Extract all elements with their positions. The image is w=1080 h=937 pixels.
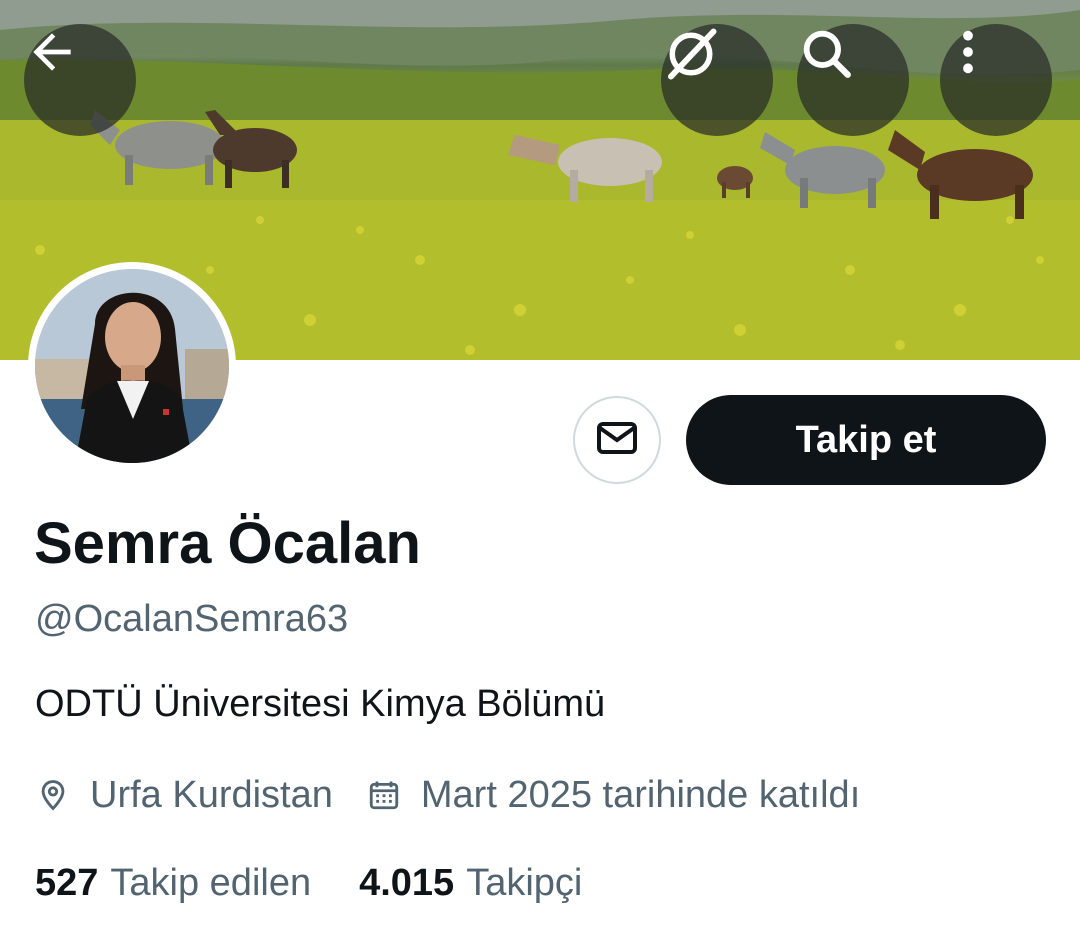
- grok-button[interactable]: [661, 24, 773, 136]
- profile-meta: Urfa Kurdistan Mart 2025 tarihinde katıl…: [36, 770, 860, 820]
- profile-name: Semra Öcalan: [34, 511, 421, 576]
- back-button[interactable]: [24, 24, 136, 136]
- profile-bio: ODTÜ Üniversitesi Kimya Bölümü: [35, 683, 606, 725]
- avatar[interactable]: [28, 262, 236, 470]
- calendar-icon: [367, 778, 401, 812]
- search-button[interactable]: [797, 24, 909, 136]
- message-button[interactable]: [573, 396, 661, 484]
- more-options-button[interactable]: [940, 24, 1052, 136]
- location-item: Urfa Kurdistan: [36, 774, 333, 817]
- followers-count: 4.015: [359, 861, 455, 904]
- following-link[interactable]: 527 Takip edilen: [35, 862, 311, 905]
- following-count: 527: [35, 861, 99, 904]
- follow-button[interactable]: Takip et: [686, 395, 1046, 485]
- joined-item: Mart 2025 tarihinde katıldı: [367, 774, 860, 817]
- following-label: Takip edilen: [110, 861, 312, 904]
- follow-button-label: Takip et: [795, 418, 937, 461]
- avatar-photo: [35, 269, 229, 463]
- location-text: Urfa Kurdistan: [90, 773, 333, 816]
- profile-handle: @OcalanSemra63: [35, 598, 349, 640]
- profile-stats: 527 Takip edilen 4.015 Takipçi: [35, 858, 582, 908]
- envelope-icon: [593, 414, 641, 467]
- followers-label: Takipçi: [466, 861, 583, 904]
- joined-text: Mart 2025 tarihinde katıldı: [420, 773, 861, 816]
- followers-link[interactable]: 4.015 Takipçi: [359, 862, 582, 905]
- profile-page: Takip et Semra Öcalan @OcalanSemra63 ODT…: [0, 0, 1080, 937]
- location-pin-icon: [36, 778, 70, 812]
